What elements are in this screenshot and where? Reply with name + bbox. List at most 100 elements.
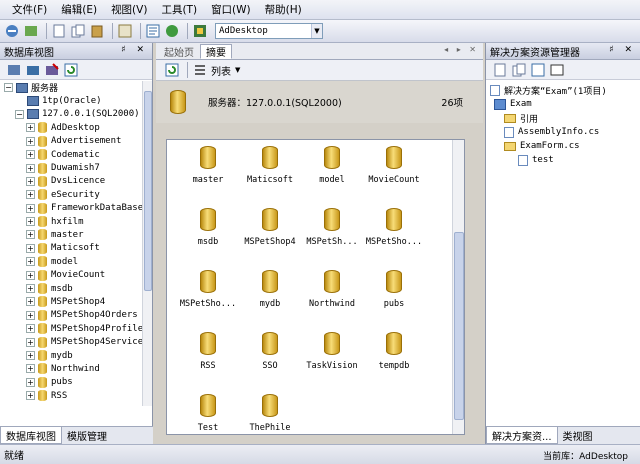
tree-node[interactable]: − 服务器 <box>0 81 142 94</box>
solution-node[interactable]: ExamForm.cs <box>490 139 607 153</box>
database-item[interactable]: MSPetSho... <box>363 202 425 264</box>
tree-node[interactable]: + msdb <box>0 282 142 295</box>
database-item[interactable]: ThePhile <box>239 388 301 434</box>
list-view-icon[interactable] <box>192 62 208 78</box>
code-generator-icon[interactable] <box>145 23 161 39</box>
database-item[interactable]: Northwind <box>301 264 363 326</box>
copy-icon[interactable] <box>70 23 86 39</box>
expand-toggle-icon[interactable]: + <box>26 163 35 173</box>
expand-toggle-icon[interactable]: + <box>26 377 35 387</box>
refresh-icon[interactable] <box>63 62 79 78</box>
database-item[interactable]: MSPetShop4 <box>239 202 301 264</box>
expand-toggle-icon[interactable]: + <box>26 203 35 213</box>
expand-toggle-icon[interactable]: + <box>26 257 35 267</box>
scrollbar-thumb[interactable] <box>454 232 464 420</box>
solution-node[interactable]: 引用 <box>490 111 607 125</box>
document-nav-controls[interactable]: ◂ ▸ ✕ <box>444 45 479 54</box>
tree-node[interactable]: + Codematic <box>0 148 142 161</box>
web-icon[interactable] <box>164 23 180 39</box>
tree-node[interactable]: + eSecurity <box>0 188 142 201</box>
view-mode-dropdown[interactable]: 列表 <box>211 63 231 78</box>
tab-start-page[interactable]: 起始页 <box>158 44 200 59</box>
tree-node[interactable]: + Maticsoft <box>0 242 142 255</box>
tree-node[interactable]: + Duwamish7 <box>0 161 142 174</box>
expand-toggle-icon[interactable]: − <box>4 83 13 93</box>
tab-summary[interactable]: 摘要 <box>200 44 232 59</box>
solution-node[interactable]: 解决方案“Exam”(1项目) <box>490 83 607 97</box>
expand-toggle-icon[interactable]: + <box>26 243 35 253</box>
tree-node[interactable]: + MSPetShop4 <box>0 295 142 308</box>
database-item[interactable]: Maticsoft <box>239 140 301 202</box>
expand-toggle-icon[interactable]: + <box>26 391 35 401</box>
query-icon[interactable] <box>117 23 133 39</box>
panel-controls[interactable]: ♯ ✕ <box>609 45 636 55</box>
connect-icon[interactable] <box>4 23 20 39</box>
database-item[interactable]: RSS <box>177 326 239 388</box>
expand-toggle-icon[interactable]: + <box>26 284 35 294</box>
tree-node[interactable]: + MSPetShop4Orders <box>0 309 142 322</box>
expand-toggle-icon[interactable]: + <box>26 150 35 160</box>
refresh-icon[interactable] <box>23 23 39 39</box>
tree-node[interactable]: + hxfilm <box>0 215 142 228</box>
database-item[interactable]: SSO <box>239 326 301 388</box>
expand-toggle-icon[interactable]: + <box>26 351 35 360</box>
database-item[interactable]: tempdb <box>363 326 425 388</box>
database-item[interactable]: Test <box>177 388 239 434</box>
new-icon[interactable] <box>51 23 67 39</box>
tree-node[interactable]: + MSPetShop4Services <box>0 335 142 348</box>
current-database-select[interactable]: AdDesktop ▼ <box>215 23 323 39</box>
panel-controls[interactable]: ♯ ✕ <box>121 45 148 55</box>
scrollbar-thumb[interactable] <box>144 91 152 291</box>
menu-help[interactable]: 帮助(H) <box>265 2 302 17</box>
expand-toggle-icon[interactable]: + <box>26 176 35 186</box>
tree-node[interactable]: + Advertisement <box>0 135 142 148</box>
tree-node[interactable]: + DvsLicence <box>0 175 142 188</box>
menu-file[interactable]: 文件(F) <box>12 2 47 17</box>
expand-toggle-icon[interactable]: + <box>26 337 35 347</box>
tree-node[interactable]: + AdDesktop <box>0 121 142 134</box>
chevron-down-icon[interactable]: ▼ <box>235 66 240 74</box>
expand-toggle-icon[interactable]: + <box>26 190 35 200</box>
refresh-icon[interactable] <box>530 62 546 78</box>
tab-class-view[interactable]: 类视图 <box>558 427 598 444</box>
expand-toggle-icon[interactable]: + <box>26 217 35 227</box>
server-icon[interactable] <box>6 62 22 78</box>
tree-scrollbar[interactable] <box>142 81 152 406</box>
menu-edit[interactable]: 编辑(E) <box>61 2 97 17</box>
tab-template-manager[interactable]: 模版管理 <box>62 427 112 444</box>
expand-toggle-icon[interactable]: + <box>26 136 35 146</box>
refresh-icon[interactable] <box>164 62 180 78</box>
expand-toggle-icon[interactable]: + <box>26 364 35 374</box>
database-item[interactable]: TaskVision <box>301 326 363 388</box>
tree-node[interactable]: + MovieCount <box>0 268 142 281</box>
tab-solution-explorer[interactable]: 解决方案资... <box>486 427 558 444</box>
database-item[interactable]: MSPetSho... <box>177 264 239 326</box>
expand-toggle-icon[interactable]: + <box>26 297 35 307</box>
database-item[interactable]: master <box>177 140 239 202</box>
tree-node[interactable]: + RSS <box>0 389 142 402</box>
tab-database-view[interactable]: 数据库视图 <box>0 427 62 444</box>
expand-toggle-icon[interactable]: − <box>15 109 24 119</box>
expand-toggle-icon[interactable]: + <box>26 270 35 280</box>
database-item[interactable]: model <box>301 140 363 202</box>
paste-icon[interactable] <box>89 23 105 39</box>
remove-server-icon[interactable] <box>44 62 60 78</box>
grid-scrollbar[interactable] <box>452 140 464 434</box>
tree-node[interactable]: 1tp(Oracle) <box>0 94 142 107</box>
tree-node[interactable]: + FrameworkDataBase <box>0 202 142 215</box>
solution-node[interactable]: AssemblyInfo.cs <box>490 125 607 139</box>
database-item[interactable]: msdb <box>177 202 239 264</box>
tree-node[interactable]: + model <box>0 255 142 268</box>
tree-node[interactable]: + MSPetShop4Profile <box>0 322 142 335</box>
menu-view[interactable]: 视图(V) <box>111 2 147 17</box>
show-all-files-icon[interactable] <box>511 62 527 78</box>
database-icon[interactable] <box>192 23 208 39</box>
add-server-icon[interactable] <box>25 62 41 78</box>
tree-node[interactable]: + master <box>0 228 142 241</box>
solution-node[interactable]: test <box>490 153 607 167</box>
menu-tools[interactable]: 工具(T) <box>161 2 197 17</box>
chevron-down-icon[interactable]: ▼ <box>311 24 322 38</box>
expand-toggle-icon[interactable]: + <box>26 324 35 334</box>
tree-node[interactable]: + pubs <box>0 376 142 389</box>
view-code-icon[interactable] <box>549 62 565 78</box>
